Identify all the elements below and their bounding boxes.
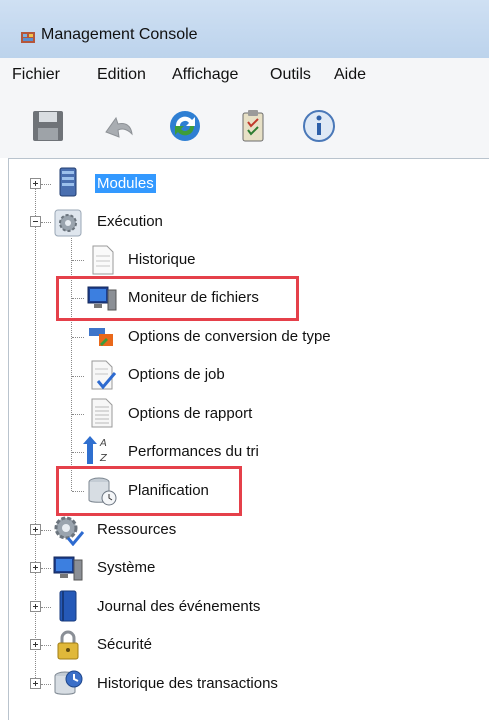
tree-node-options-conversion-type[interactable]: Options de conversion de type bbox=[128, 328, 331, 345]
tree-node-systeme[interactable]: Système bbox=[97, 559, 155, 576]
clipboard-icon[interactable] bbox=[235, 108, 271, 144]
expand-journal-toggle[interactable] bbox=[30, 601, 41, 612]
tree-branch bbox=[41, 530, 51, 531]
menu-outils[interactable]: Outils bbox=[270, 66, 311, 84]
tree-node-securite[interactable]: Sécurité bbox=[97, 636, 152, 653]
refresh-icon[interactable] bbox=[167, 108, 203, 144]
highlight-moniteur-de-fichiers bbox=[56, 276, 299, 321]
info-icon[interactable] bbox=[301, 108, 337, 144]
tree-node-performances-du-tri[interactable]: Performances du tri bbox=[128, 443, 259, 460]
tree-node-historique[interactable]: Historique bbox=[128, 251, 196, 268]
tree-branch bbox=[72, 260, 84, 261]
job-checklist-icon bbox=[91, 360, 117, 390]
menu-aide[interactable]: Aide bbox=[334, 66, 366, 84]
undo-icon[interactable] bbox=[100, 108, 136, 144]
svg-text:A: A bbox=[99, 438, 107, 449]
svg-text:Z: Z bbox=[99, 453, 108, 464]
tree-node-historique-des-transactions[interactable]: Historique des transactions bbox=[97, 675, 278, 692]
menu-edition[interactable]: Edition bbox=[97, 66, 146, 84]
tree-node-modules[interactable]: Modules bbox=[95, 174, 156, 193]
transaction-history-icon bbox=[54, 670, 83, 695]
tree-node-execution[interactable]: Exécution bbox=[97, 213, 163, 230]
conversion-icon bbox=[89, 328, 113, 346]
tree-branch bbox=[41, 222, 51, 223]
save-icon[interactable] bbox=[30, 108, 66, 144]
expand-modules-toggle[interactable] bbox=[30, 178, 41, 189]
report-icon bbox=[91, 398, 113, 428]
expand-securite-toggle[interactable] bbox=[30, 639, 41, 650]
event-journal-icon bbox=[59, 590, 77, 622]
resources-gear-icon bbox=[54, 516, 84, 546]
tree-branch bbox=[41, 184, 51, 185]
console-app-icon bbox=[21, 32, 35, 43]
system-monitor-icon bbox=[53, 556, 83, 581]
tree-node-options-de-rapport[interactable]: Options de rapport bbox=[128, 405, 252, 422]
tree-branch bbox=[72, 414, 84, 415]
tree-branch bbox=[72, 337, 84, 338]
server-icon bbox=[59, 167, 77, 197]
gear-icon bbox=[54, 209, 82, 237]
tree-node-journal-des-evenements[interactable]: Journal des événements bbox=[97, 598, 260, 615]
tree-branch bbox=[41, 568, 51, 569]
expand-ressources-toggle[interactable] bbox=[30, 524, 41, 535]
highlight-planification bbox=[56, 466, 242, 516]
tree-branch bbox=[41, 607, 51, 608]
menu-affichage[interactable]: Affichage bbox=[172, 66, 238, 84]
expand-systeme-toggle[interactable] bbox=[30, 562, 41, 573]
menu-fichier[interactable]: Fichier bbox=[12, 66, 60, 84]
tree-node-options-de-job[interactable]: Options de job bbox=[128, 366, 225, 383]
lock-icon bbox=[57, 630, 79, 660]
document-icon bbox=[92, 245, 114, 275]
menu-bar bbox=[0, 58, 489, 96]
expand-historique-transactions-toggle[interactable] bbox=[30, 678, 41, 689]
window-title: Management Console bbox=[41, 26, 198, 43]
tree-branch bbox=[41, 645, 51, 646]
tree-branch bbox=[41, 684, 51, 685]
collapse-execution-toggle[interactable] bbox=[30, 216, 41, 227]
tree-node-ressources[interactable]: Ressources bbox=[97, 521, 176, 538]
sort-performance-icon: A Z bbox=[83, 436, 108, 464]
tree-branch bbox=[72, 376, 84, 377]
